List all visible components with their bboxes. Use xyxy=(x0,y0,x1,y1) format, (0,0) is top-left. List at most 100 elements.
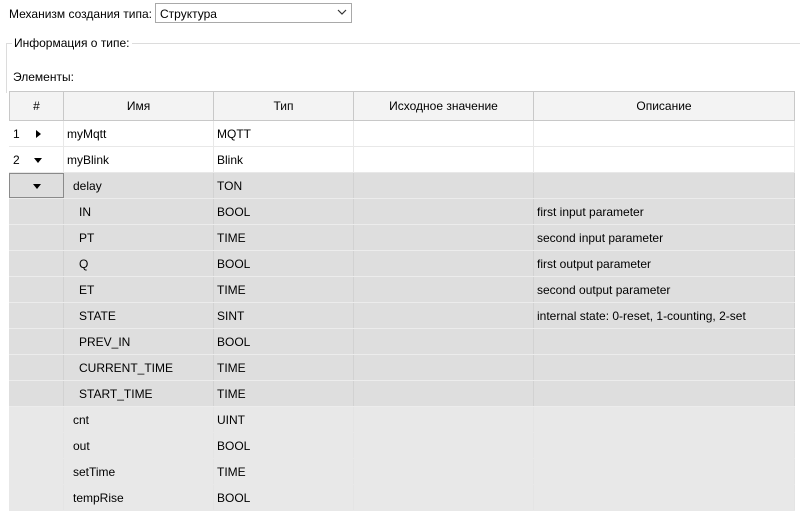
row-number-cell[interactable] xyxy=(9,407,64,432)
name-cell[interactable]: PREV_IN xyxy=(64,329,214,354)
column-header-initial-value[interactable]: Исходное значение xyxy=(354,92,534,120)
type-mechanism-select[interactable]: Структура xyxy=(155,3,352,23)
description-cell[interactable]: second output parameter xyxy=(534,277,795,302)
row-number-cell[interactable] xyxy=(9,277,64,302)
initial-value-cell[interactable] xyxy=(354,329,534,354)
initial-value-cell[interactable] xyxy=(354,303,534,328)
initial-value-cell[interactable] xyxy=(354,485,534,510)
type-cell[interactable]: BOOL xyxy=(214,329,354,354)
type-cell[interactable]: Blink xyxy=(214,147,354,172)
column-header-type[interactable]: Тип xyxy=(214,92,354,120)
table-row[interactable]: CURRENT_TIME TIME xyxy=(9,355,795,381)
collapse-arrow-icon[interactable] xyxy=(32,181,42,191)
table-row[interactable]: PT TIME second input parameter xyxy=(9,225,795,251)
type-cell[interactable]: TIME xyxy=(214,459,354,484)
table-row[interactable]: setTime TIME xyxy=(9,459,795,485)
description-cell[interactable] xyxy=(534,355,795,380)
row-number-cell[interactable]: 2 xyxy=(9,147,64,172)
type-cell[interactable]: TIME xyxy=(214,381,354,406)
description-cell[interactable]: internal state: 0-reset, 1-counting, 2-s… xyxy=(534,303,795,328)
name-cell[interactable]: STATE xyxy=(64,303,214,328)
description-cell[interactable] xyxy=(534,381,795,406)
table-row[interactable]: 2 myBlink Blink xyxy=(9,147,795,173)
description-cell[interactable] xyxy=(534,121,795,146)
description-cell[interactable]: first input parameter xyxy=(534,199,795,224)
initial-value-cell[interactable] xyxy=(354,277,534,302)
initial-value-cell[interactable] xyxy=(354,173,534,198)
name-cell[interactable]: Q xyxy=(64,251,214,276)
column-header-name[interactable]: Имя xyxy=(64,92,214,120)
row-number-cell[interactable] xyxy=(9,381,64,406)
initial-value-cell[interactable] xyxy=(354,121,534,146)
type-cell[interactable]: TIME xyxy=(214,277,354,302)
row-number-cell[interactable] xyxy=(9,433,64,458)
type-mechanism-label: Механизм создания типа: xyxy=(9,7,152,21)
description-cell[interactable] xyxy=(534,433,795,458)
table-row[interactable]: tempRise BOOL xyxy=(9,485,795,511)
type-cell[interactable]: BOOL xyxy=(214,433,354,458)
type-cell[interactable]: BOOL xyxy=(214,199,354,224)
name-cell[interactable]: IN xyxy=(64,199,214,224)
table-row[interactable]: PREV_IN BOOL xyxy=(9,329,795,355)
name-cell[interactable]: myMqtt xyxy=(64,121,214,146)
column-header-number[interactable]: # xyxy=(9,92,64,120)
row-number-cell[interactable] xyxy=(9,173,64,198)
initial-value-cell[interactable] xyxy=(354,407,534,432)
description-cell[interactable]: first output parameter xyxy=(534,251,795,276)
description-cell[interactable] xyxy=(534,485,795,510)
name-cell[interactable]: cnt xyxy=(64,407,214,432)
description-cell[interactable] xyxy=(534,459,795,484)
collapse-arrow-icon[interactable] xyxy=(33,155,43,165)
expand-arrow-icon[interactable] xyxy=(33,129,43,139)
name-cell[interactable]: START_TIME xyxy=(64,381,214,406)
description-cell[interactable] xyxy=(534,173,795,198)
initial-value-cell[interactable] xyxy=(354,251,534,276)
initial-value-cell[interactable] xyxy=(354,459,534,484)
description-cell[interactable] xyxy=(534,329,795,354)
initial-value-cell[interactable] xyxy=(354,433,534,458)
column-header-description[interactable]: Описание xyxy=(534,92,795,120)
table-row[interactable]: 1 myMqtt MQTT xyxy=(9,121,795,147)
type-cell[interactable]: TIME xyxy=(214,225,354,250)
name-cell[interactable]: myBlink xyxy=(64,147,214,172)
description-cell[interactable]: second input parameter xyxy=(534,225,795,250)
table-row[interactable]: IN BOOL first input parameter xyxy=(9,199,795,225)
name-cell[interactable]: delay xyxy=(64,173,214,198)
table-row[interactable]: delay TON xyxy=(9,173,795,199)
type-cell[interactable]: UINT xyxy=(214,407,354,432)
name-cell[interactable]: tempRise xyxy=(64,485,214,510)
description-cell[interactable] xyxy=(534,147,795,172)
name-cell[interactable]: out xyxy=(64,433,214,458)
name-cell[interactable]: PT xyxy=(64,225,214,250)
initial-value-cell[interactable] xyxy=(354,199,534,224)
type-cell[interactable]: SINT xyxy=(214,303,354,328)
row-number-cell[interactable] xyxy=(9,303,64,328)
name-cell[interactable]: CURRENT_TIME xyxy=(64,355,214,380)
row-number-cell[interactable]: 1 xyxy=(9,121,64,146)
row-number-cell[interactable] xyxy=(9,485,64,510)
row-number-cell[interactable] xyxy=(9,329,64,354)
type-cell[interactable]: TIME xyxy=(214,355,354,380)
row-number-cell[interactable] xyxy=(9,459,64,484)
initial-value-cell[interactable] xyxy=(354,355,534,380)
type-cell[interactable]: BOOL xyxy=(214,251,354,276)
row-number-cell[interactable] xyxy=(9,251,64,276)
table-row[interactable]: cnt UINT xyxy=(9,407,795,433)
row-number-cell[interactable] xyxy=(9,199,64,224)
type-cell[interactable]: TON xyxy=(214,173,354,198)
name-cell[interactable]: ET xyxy=(64,277,214,302)
name-cell[interactable]: setTime xyxy=(64,459,214,484)
initial-value-cell[interactable] xyxy=(354,381,534,406)
table-row[interactable]: START_TIME TIME xyxy=(9,381,795,407)
table-row[interactable]: ET TIME second output parameter xyxy=(9,277,795,303)
table-row[interactable]: STATE SINT internal state: 0-reset, 1-coun… xyxy=(9,303,795,329)
table-row[interactable]: Q BOOL first output parameter xyxy=(9,251,795,277)
type-cell[interactable]: BOOL xyxy=(214,485,354,510)
description-cell[interactable] xyxy=(534,407,795,432)
table-row[interactable]: out BOOL xyxy=(9,433,795,459)
initial-value-cell[interactable] xyxy=(354,225,534,250)
type-cell[interactable]: MQTT xyxy=(214,121,354,146)
row-number-cell[interactable] xyxy=(9,355,64,380)
initial-value-cell[interactable] xyxy=(354,147,534,172)
row-number-cell[interactable] xyxy=(9,225,64,250)
